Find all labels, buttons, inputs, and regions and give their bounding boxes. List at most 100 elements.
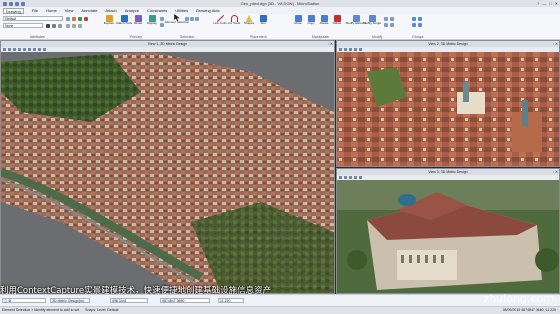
display-button[interactable]: Display [146, 15, 158, 31]
menu-home[interactable]: Home [46, 8, 57, 13]
menu-annotate[interactable]: Annotate [81, 8, 97, 13]
modify-single-button[interactable]: Modify Single [363, 15, 381, 31]
view-2[interactable]: View 2, 3D Metric Design ▫ ✕ [336, 40, 560, 167]
move-button[interactable]: Move [292, 15, 304, 31]
fit-view-icon[interactable] [349, 48, 352, 51]
select-all-icon[interactable] [185, 17, 189, 21]
rotate-view-icon[interactable] [354, 176, 357, 179]
drop-icon[interactable] [418, 23, 422, 27]
menu-constraints[interactable]: Constraints [147, 8, 167, 13]
help-button[interactable]: ? [537, 1, 539, 6]
zoom-out-icon[interactable] [344, 48, 347, 51]
transparency-icon[interactable] [78, 17, 82, 21]
view-previous-icon[interactable] [33, 48, 36, 51]
old-town-rooftops-view [337, 52, 559, 166]
level-display-icon[interactable] [160, 17, 164, 21]
view-next-icon[interactable] [38, 48, 41, 51]
pan-view-icon[interactable] [359, 48, 362, 51]
attributes-icon[interactable] [66, 17, 70, 21]
zoom-in-icon[interactable] [3, 48, 6, 51]
extend-icon[interactable] [390, 17, 394, 21]
shapes-button[interactable]: Shapes [243, 15, 255, 31]
rotate-view-icon[interactable] [354, 48, 357, 51]
view-2-title-bar: View 2, 3D Metric Design ▫ ✕ [337, 41, 559, 47]
group-selection: Selection [180, 35, 195, 39]
menu-utilities[interactable]: Utilities [175, 8, 188, 13]
view-2-controls[interactable]: ▫ ✕ [553, 41, 558, 47]
view-1-controls[interactable]: ▫ ✕ [328, 41, 333, 47]
ungroup-icon[interactable] [418, 17, 422, 21]
rotate-button[interactable]: Rotate [318, 15, 330, 31]
text-button[interactable]: Text [257, 15, 269, 31]
z-coordinate-field[interactable]: 11.220 [218, 298, 244, 303]
view-1-title: View 1, 3D Metric Design [147, 42, 188, 46]
zoom-out-icon[interactable] [344, 176, 347, 179]
menu-drawing-aids[interactable]: Drawing Aids [196, 8, 219, 13]
line-tools-button[interactable]: Line Tools [213, 15, 227, 31]
view-1-title-bar: View 1, 3D Metric Design ▫ ✕ [1, 41, 334, 47]
level-field[interactable]: Default [3, 16, 63, 21]
fillet-icon[interactable] [384, 23, 388, 27]
color-swatch-icon[interactable] [46, 24, 50, 28]
view-3-title-bar: View 3, 3D Metric Design ▫ ✕ [337, 169, 559, 175]
explore-button[interactable]: Explore [103, 15, 115, 31]
lock-toggle[interactable]: ▢ ⚙ [2, 298, 46, 303]
pan-view-icon[interactable] [28, 48, 31, 51]
shape-icon [245, 15, 253, 22]
menu-attach[interactable]: Attach [105, 8, 116, 13]
pan-view-icon[interactable] [359, 176, 362, 179]
maximize-button[interactable]: □ [549, 1, 551, 6]
trim-icon[interactable] [384, 17, 388, 21]
view-attributes-icon[interactable] [43, 48, 46, 51]
chamfer-icon[interactable] [390, 23, 394, 27]
menu-analyze[interactable]: Analyze [125, 8, 139, 13]
match-icon[interactable] [78, 24, 82, 28]
minimize-button[interactable]: — [542, 1, 546, 6]
model-field[interactable]: 3D Metric Design(m) [50, 298, 90, 303]
view-1[interactable]: View 1, 3D Metric Design ▫ ✕ [0, 40, 335, 294]
copy-button[interactable]: Copy [305, 15, 317, 31]
menu-file[interactable]: File [32, 8, 38, 13]
view-3-title: View 3, 3D Metric Design [428, 170, 468, 174]
view-3-controls[interactable]: ▫ ✕ [553, 169, 558, 175]
cell-icon[interactable] [412, 23, 416, 27]
model-button[interactable]: Model [132, 15, 144, 31]
references-icon[interactable] [160, 23, 164, 27]
arc-tools-button[interactable]: Arc Tools [228, 15, 240, 31]
watermark-text: zhulong.com [483, 292, 554, 305]
zoom-in-icon[interactable] [339, 48, 342, 51]
group-attributes: Attributes [30, 35, 45, 39]
y-coordinate-field[interactable]: 4874847.3660 [160, 298, 210, 303]
clear-selection-icon[interactable] [195, 17, 199, 21]
city-reality-mesh-aerial [1, 52, 334, 293]
ribbon: Default None Explore Attach Tools Model … [0, 14, 560, 40]
element-selection-button[interactable]: Element Selection [165, 14, 189, 30]
status-prompt: Element Selection > Identify element to … [2, 308, 80, 312]
group-icon[interactable] [412, 17, 416, 21]
fit-view-icon[interactable] [18, 48, 21, 51]
line-style-icon[interactable] [52, 24, 56, 28]
fill-icon[interactable] [72, 17, 76, 21]
class-icon[interactable] [66, 24, 70, 28]
status-coordinates: 08/09/2015 4874847.3660, 11.220 [502, 308, 556, 312]
window-title: Geo_plied.dgn [3D - V8 DGN] - MicroStati… [240, 1, 320, 6]
name-field[interactable]: None [3, 23, 43, 28]
fence-icon[interactable] [190, 17, 194, 21]
line-weight-icon[interactable] [58, 24, 62, 28]
rotate-view-icon[interactable] [23, 48, 26, 51]
zoom-out-icon[interactable] [8, 48, 11, 51]
view-3[interactable]: View 3, 3D Metric Design ▫ ✕ [336, 168, 560, 294]
delete-button[interactable]: Delete [331, 15, 343, 31]
close-button[interactable]: ✕ [555, 1, 558, 6]
x-coordinate-field[interactable]: 498.3441 [110, 298, 148, 303]
zoom-in-icon[interactable] [339, 176, 342, 179]
template-icon[interactable] [72, 24, 76, 28]
group-groups: Groups [412, 35, 424, 39]
attach-tools-button[interactable]: Attach Tools [116, 15, 132, 31]
fit-view-icon[interactable] [349, 176, 352, 179]
priority-icon[interactable] [84, 17, 88, 21]
workflow-select[interactable]: Drawing [3, 7, 24, 14]
window-area-icon[interactable] [13, 48, 16, 51]
menu-view[interactable]: View [65, 8, 74, 13]
modify-element-button[interactable]: Modify Element [346, 15, 366, 31]
